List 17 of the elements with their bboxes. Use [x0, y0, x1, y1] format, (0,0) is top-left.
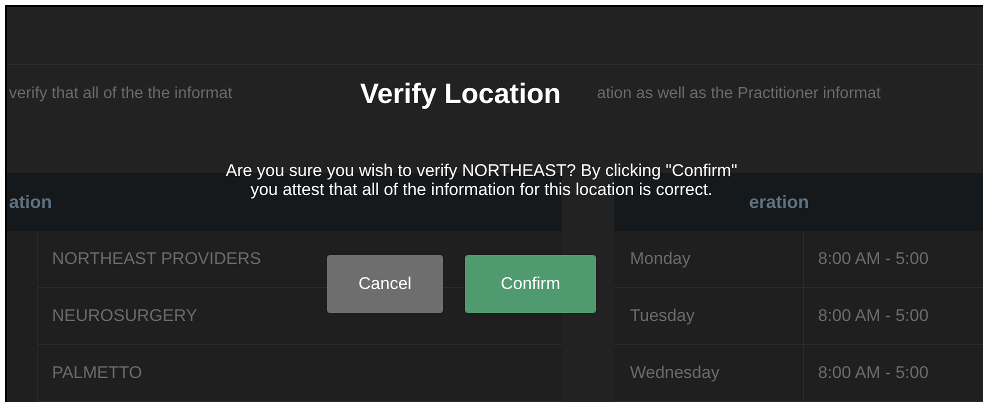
column-header: ation — [8, 192, 52, 212]
table-cell-text: NORTHEAST PROVIDERS — [51, 249, 262, 269]
intro-text: verify that all of the the informat — [8, 84, 234, 103]
dialog-title: Verify Location — [360, 77, 561, 111]
dialog-message: Are you sure you wish to verify NORTHEAST? By clicking "Confirm" you attest that all of the information for this location is correct. — [226, 161, 738, 199]
cancel-button[interactable]: Cancel — [327, 255, 443, 313]
table-cell: Monday — [614, 231, 804, 287]
confirm-button[interactable]: Confirm — [465, 255, 596, 313]
table-cell-text: 8:00 AM - 5:00 — [817, 249, 929, 269]
table-cell-text: 8:00 AM - 5:00 — [817, 363, 929, 383]
table-cell-text: 8:00 AM - 5:00 — [817, 306, 929, 326]
intro-text: ation as well as the Practitioner informat — [596, 84, 881, 103]
table-cell-text: NEUROSURGERY — [51, 306, 198, 326]
table-cell-text: PALMETTO — [51, 363, 142, 383]
table-cell: Tuesday — [614, 288, 804, 344]
table-cell: Wednesday — [614, 345, 804, 401]
column-header: eration — [748, 192, 810, 212]
